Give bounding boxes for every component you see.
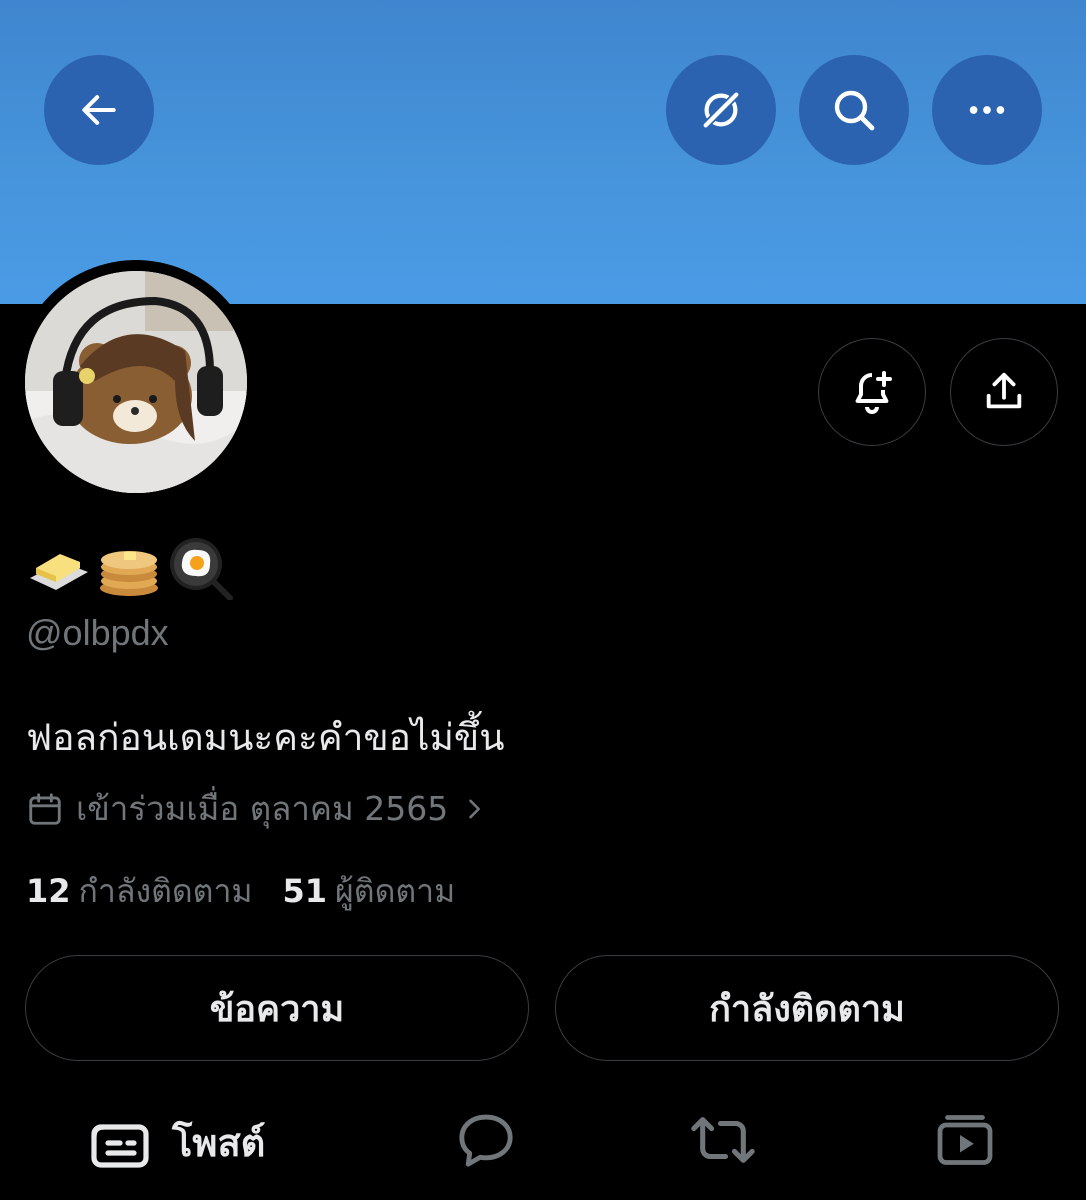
- repost-icon: [691, 1117, 755, 1163]
- joined-date-row[interactable]: เข้าร่วมเมื่อ ตุลาคม 2565: [26, 782, 488, 835]
- followers-label: ผู้ติดตาม: [335, 872, 456, 910]
- grok-button[interactable]: [666, 55, 776, 165]
- chevron-right-icon: [469, 799, 481, 818]
- back-button[interactable]: [44, 55, 154, 165]
- avatar-frame: [14, 260, 258, 504]
- notify-button[interactable]: [818, 338, 926, 446]
- profile-bio: ฟอลก่อนเดมนะคะคำขอไม่ขึ้น: [26, 716, 505, 759]
- reply-bubble-icon: [459, 1114, 513, 1167]
- tab-reposts[interactable]: [690, 1112, 756, 1168]
- followers-stat[interactable]: 51 ผู้ติดตาม: [283, 866, 456, 917]
- avatar[interactable]: [25, 271, 247, 493]
- message-button[interactable]: ข้อความ: [25, 955, 529, 1061]
- share-button[interactable]: [950, 338, 1058, 446]
- following-stat[interactable]: 12 กำลังติดตาม: [26, 866, 253, 917]
- display-name: [26, 536, 234, 600]
- more-horizontal-icon: [969, 106, 1005, 114]
- search-button[interactable]: [799, 55, 909, 165]
- following-button[interactable]: กำลังติดตาม: [555, 955, 1059, 1061]
- search-icon: [834, 90, 875, 131]
- tab-posts[interactable]: โพสต์: [90, 1112, 265, 1173]
- following-label: กำลังติดตาม: [78, 872, 253, 910]
- calendar-icon: [29, 792, 61, 825]
- fried-egg-pan-emoji: [170, 538, 233, 600]
- grok-icon: [701, 90, 741, 130]
- avatar-image: [25, 271, 247, 493]
- bell-plus-icon: [855, 371, 892, 414]
- tab-posts-label: โพสต์: [172, 1121, 266, 1165]
- more-button[interactable]: [932, 55, 1042, 165]
- profile-banner[interactable]: [0, 0, 1086, 304]
- profile-handle: @olbpdx: [26, 612, 169, 653]
- tab-media[interactable]: [935, 1112, 995, 1168]
- butter-emoji: [30, 554, 88, 590]
- joined-date-text: เข้าร่วมเมื่อ ตุลาคม 2565: [76, 789, 449, 828]
- posts-icon: [91, 1123, 149, 1168]
- tab-replies[interactable]: [455, 1112, 517, 1168]
- profile-tabs: โพสต์: [0, 1100, 1086, 1200]
- share-upload-icon: [986, 372, 1022, 409]
- followers-count: 51: [282, 872, 328, 910]
- following-count: 12: [26, 872, 71, 910]
- pancakes-emoji: [100, 551, 158, 596]
- follow-stats: 12 กำลังติดตาม 51 ผู้ติดตาม: [26, 866, 455, 917]
- arrow-left-icon: [82, 95, 116, 125]
- media-play-icon: [937, 1115, 993, 1165]
